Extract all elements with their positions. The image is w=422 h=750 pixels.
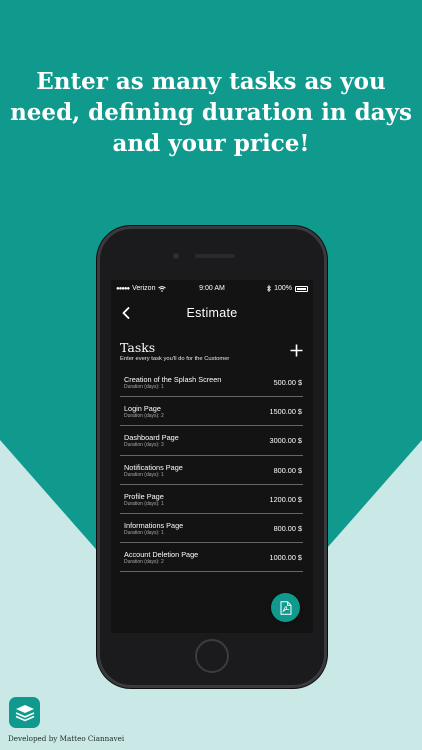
task-row[interactable]: Informations Page Duration (days): 1 800…: [120, 514, 303, 544]
task-duration: Duration (days): 2: [124, 413, 164, 420]
task-price: 800.00 $: [273, 465, 302, 475]
task-row[interactable]: Account Deletion Page Duration (days): 2…: [120, 543, 303, 573]
nav-bar: Estimate: [111, 298, 313, 328]
task-name: Notifications Page: [124, 462, 183, 472]
task-list: Creation of the Splash Screen Duration (…: [120, 368, 303, 573]
battery-percent: 100%: [274, 285, 292, 292]
task-name: Account Deletion Page: [124, 550, 199, 560]
developer-credit: Developed by Matteo Ciannavei: [8, 734, 125, 743]
task-price: 1200.00 $: [269, 494, 302, 504]
task-name: Creation of the Splash Screen: [124, 375, 222, 384]
earpiece-speaker: [195, 254, 235, 258]
task-duration: Duration (days): 1: [124, 529, 164, 536]
tasks-header: Tasks Enter every task you'll do for the…: [120, 340, 304, 366]
headline-line: need, defining duration in days: [10, 99, 412, 126]
task-price: 800.00 $: [273, 523, 302, 533]
phone-frame: ●●●●● Verizon 9:00 AM 100% Estimate Task…: [97, 226, 327, 688]
task-row[interactable]: Login Page Duration (days): 2 1500.00 $: [120, 397, 303, 427]
task-row[interactable]: Creation of the Splash Screen Duration (…: [120, 368, 303, 398]
promo-headline: Enter as many tasks as you need, definin…: [10, 66, 412, 159]
pdf-file-icon: [280, 600, 291, 615]
status-bar: ●●●●● Verizon 9:00 AM 100%: [111, 280, 313, 296]
task-price: 3000.00 $: [269, 436, 302, 446]
tasks-subtitle: Enter every task you'll do for the Custo…: [120, 356, 230, 362]
back-button[interactable]: [118, 302, 134, 324]
page-title: Estimate: [186, 306, 238, 320]
task-price: 500.00 $: [273, 378, 302, 387]
task-name: Informations Page: [124, 520, 184, 530]
task-price: 1500.00 $: [269, 407, 302, 417]
front-camera: [173, 253, 179, 259]
task-duration: Duration (days): 1: [124, 384, 164, 390]
task-price: 1000.00 $: [269, 553, 302, 563]
task-duration: Duration (days): 1: [124, 471, 164, 478]
stacked-layers-icon: [15, 704, 34, 721]
battery-icon: [295, 285, 308, 292]
app-screen: ●●●●● Verizon 9:00 AM 100% Estimate Task…: [111, 280, 313, 633]
task-duration: Duration (days): 1: [124, 500, 164, 507]
chevron-left-icon: [122, 307, 130, 319]
status-right: 100%: [267, 285, 308, 292]
export-pdf-button[interactable]: [271, 593, 300, 622]
task-row[interactable]: Dashboard Page Duration (days): 3 3000.0…: [120, 426, 303, 456]
home-button[interactable]: [195, 639, 229, 673]
add-task-button[interactable]: [288, 342, 304, 358]
task-name: Dashboard Page: [124, 433, 179, 443]
bluetooth-icon: [267, 285, 271, 292]
task-duration: Duration (days): 3: [124, 442, 164, 449]
headline-line: Enter as many tasks as you: [36, 68, 386, 95]
plus-icon: [290, 344, 302, 356]
headline-line: and your price!: [112, 130, 310, 157]
tasks-title: Tasks: [120, 340, 156, 355]
task-row[interactable]: Notifications Page Duration (days): 1 80…: [120, 456, 303, 485]
task-row[interactable]: Profile Page Duration (days): 1 1200.00 …: [120, 485, 303, 514]
task-name: Profile Page: [124, 491, 164, 501]
app-icon: [9, 697, 40, 728]
task-duration: Duration (days): 2: [124, 559, 164, 566]
task-name: Login Page: [124, 404, 161, 414]
